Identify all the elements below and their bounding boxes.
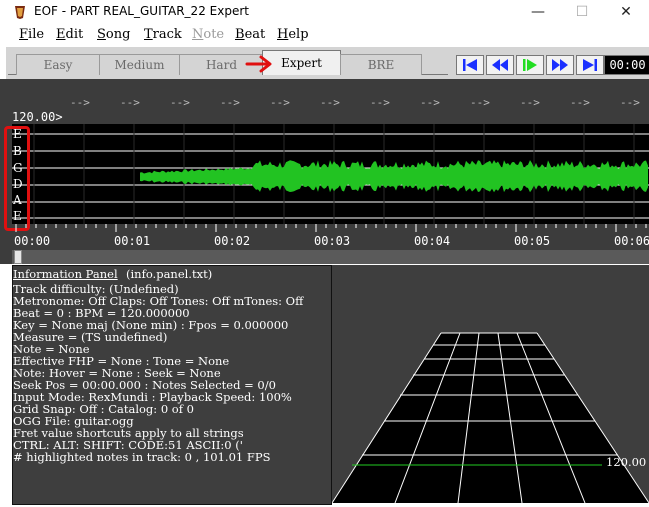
scrollbar-thumb[interactable] <box>14 250 22 264</box>
audio-waveform <box>12 124 649 224</box>
menu-edit[interactable]: Edit <box>56 27 83 42</box>
menu-file[interactable]: File <box>19 27 44 42</box>
rewind-icon <box>492 59 508 71</box>
skip-to-end-icon <box>583 59 597 71</box>
red-highlight-annotation <box>4 126 30 231</box>
time-label: 00:04 <box>414 234 451 248</box>
beat-marker: --> <box>570 96 590 109</box>
fretboard-grid <box>331 332 649 504</box>
beat-marker: --> <box>270 96 290 109</box>
menu-song[interactable]: Song <box>97 27 130 42</box>
beat-marker: --> <box>220 96 240 109</box>
beat-marker: --> <box>70 96 90 109</box>
window-title: EOF - PART REAL_GUITAR_22 Expert <box>34 4 249 18</box>
skip-to-start-icon <box>463 59 477 71</box>
fast-forward-button[interactable] <box>546 55 574 75</box>
beat-marker: --> <box>170 96 190 109</box>
play-button[interactable] <box>516 55 544 75</box>
beat-marker: --> <box>520 96 540 109</box>
info-panel-title: Information Panel <box>13 267 118 281</box>
info-line: # highlighted notes in track: 0 , 101.01… <box>13 450 271 464</box>
waveform-shape <box>140 160 648 193</box>
beat-marker: --> <box>370 96 390 109</box>
beat-marker: --> <box>320 96 340 109</box>
seek-start-button[interactable] <box>456 55 484 75</box>
horizontal-scrollbar[interactable] <box>12 250 649 264</box>
eof-app-icon <box>15 6 25 19</box>
minimize-button[interactable]: — <box>515 0 561 24</box>
info-panel-file: (info.panel.txt) <box>126 267 213 281</box>
tab-easy[interactable]: Easy <box>16 54 100 75</box>
tab-bre[interactable]: BRE <box>340 54 422 75</box>
seek-end-button[interactable] <box>576 55 604 75</box>
beat-marker: --> <box>420 96 440 109</box>
menu-note[interactable]: Note <box>192 27 224 42</box>
time-label: 00:03 <box>314 234 351 248</box>
time-label: 00:06 <box>614 234 649 248</box>
tempo-label: 120.00> <box>12 110 63 124</box>
menu-help[interactable]: Help <box>277 27 309 42</box>
3d-fretboard-preview <box>331 265 649 504</box>
fretboard-tempo-label: 120.00 <box>606 455 647 469</box>
time-label: 00:00 <box>14 234 51 248</box>
menu-beat[interactable]: Beat <box>235 27 265 42</box>
time-label: 00:01 <box>114 234 151 248</box>
play-icon <box>523 59 537 71</box>
beat-marker: --> <box>620 96 640 109</box>
maximize-button[interactable]: ☐ <box>559 0 605 24</box>
beat-marker: --> <box>120 96 140 109</box>
tab-medium[interactable]: Medium <box>99 54 180 75</box>
time-display: 00:00 <box>604 55 649 75</box>
close-button[interactable]: ✕ <box>603 0 649 24</box>
time-label: 00:05 <box>514 234 551 248</box>
fast-forward-icon <box>552 59 568 71</box>
beat-marker: --> <box>470 96 490 109</box>
rewind-button[interactable] <box>486 55 514 75</box>
time-label: 00:02 <box>214 234 251 248</box>
menu-track[interactable]: Track <box>144 27 182 42</box>
beat-markers: --> --> --> --> --> --> --> --> --> --> --> --> <box>70 96 640 109</box>
red-arrow-annotation-icon <box>245 55 272 73</box>
